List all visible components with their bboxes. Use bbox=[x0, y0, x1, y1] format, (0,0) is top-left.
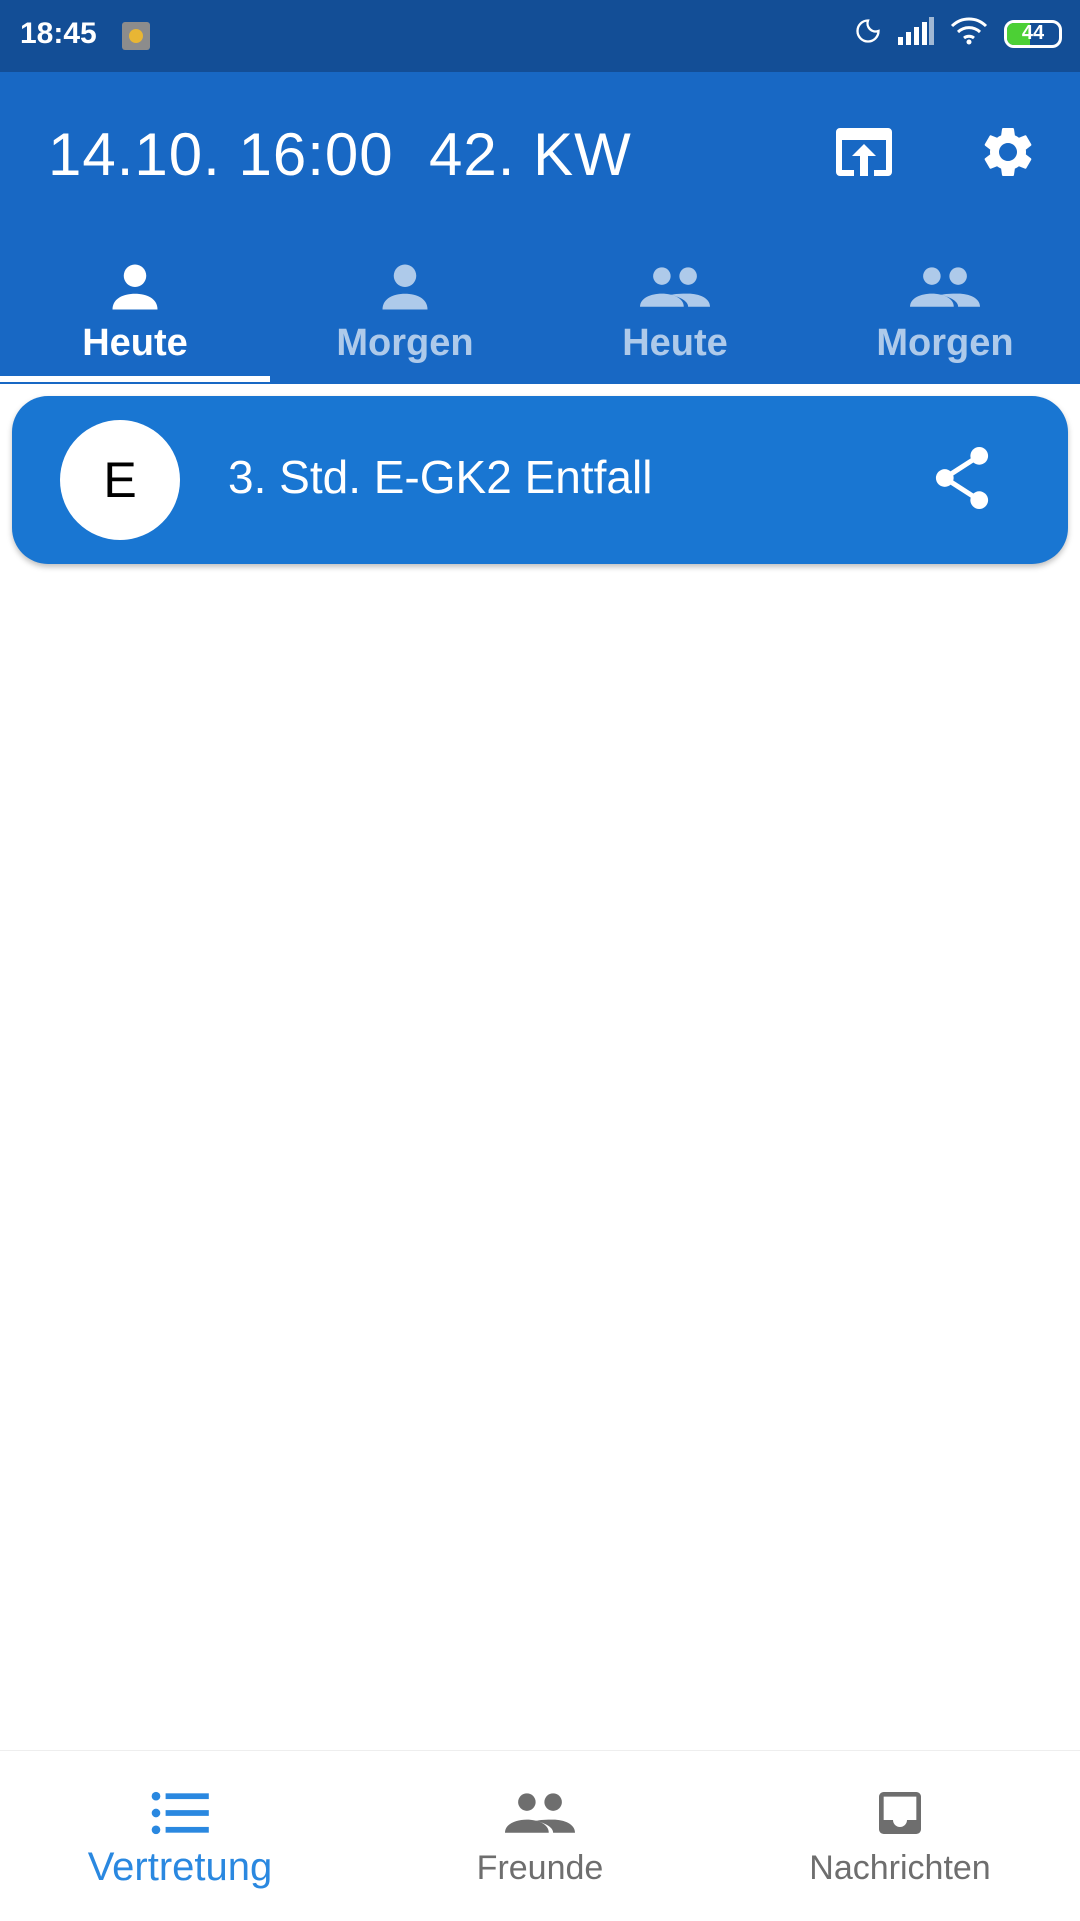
avatar: E bbox=[60, 420, 180, 540]
nav-vertretung[interactable]: Vertretung bbox=[0, 1751, 360, 1921]
status-time: 18:45 bbox=[20, 17, 97, 50]
nav-label: Freunde bbox=[476, 1849, 604, 1887]
tab-bar: Heute Morgen Heute Morgen bbox=[0, 240, 1080, 384]
status-icons: 44 bbox=[854, 16, 1062, 51]
list-item[interactable]: E 3. Std. E-GK2 Entfall bbox=[12, 396, 1068, 564]
people-icon bbox=[640, 260, 710, 314]
tab-morgen-personal[interactable]: Morgen bbox=[270, 240, 540, 384]
signal-icon bbox=[898, 17, 934, 50]
nav-nachrichten[interactable]: Nachrichten bbox=[720, 1751, 1080, 1921]
active-tab-indicator bbox=[0, 376, 270, 382]
app-notification-icon bbox=[122, 22, 150, 50]
list-icon bbox=[151, 1783, 209, 1843]
inbox-icon bbox=[872, 1783, 928, 1843]
nav-freunde[interactable]: Freunde bbox=[360, 1751, 720, 1921]
tab-label: Heute bbox=[82, 322, 188, 364]
page-title: 14.10. 16:00 42. KW bbox=[48, 120, 632, 189]
people-icon bbox=[505, 1783, 575, 1843]
tab-label: Morgen bbox=[336, 322, 474, 364]
gear-icon bbox=[978, 122, 1038, 187]
tab-heute-friends[interactable]: Heute bbox=[540, 240, 810, 384]
status-bar: 18:45 44 bbox=[0, 0, 1080, 72]
settings-button[interactable] bbox=[970, 116, 1046, 192]
wifi-icon bbox=[950, 17, 988, 50]
app-bar: 14.10. 16:00 42. KW Heute Morgen Heute M… bbox=[0, 72, 1080, 384]
battery-icon: 44 bbox=[1004, 19, 1062, 48]
tab-label: Heute bbox=[622, 322, 728, 364]
share-button[interactable] bbox=[920, 438, 1004, 522]
open-in-browser-icon bbox=[834, 124, 894, 185]
date-time-label: 14.10. 16:00 bbox=[48, 121, 394, 188]
share-icon bbox=[932, 446, 992, 515]
tab-heute-personal[interactable]: Heute bbox=[0, 240, 270, 384]
calendar-week-label: 42. KW bbox=[428, 121, 632, 188]
person-icon bbox=[108, 260, 162, 314]
open-in-browser-button[interactable] bbox=[826, 116, 902, 192]
tab-morgen-friends[interactable]: Morgen bbox=[810, 240, 1080, 384]
bottom-navigation: Vertretung Freunde Nachrichten bbox=[0, 1750, 1080, 1921]
nav-label: Nachrichten bbox=[809, 1849, 991, 1887]
list-item-text: 3. Std. E-GK2 Entfall bbox=[228, 451, 653, 503]
tab-label: Morgen bbox=[876, 322, 1014, 364]
person-icon bbox=[378, 260, 432, 314]
nav-label: Vertretung bbox=[87, 1845, 273, 1889]
people-icon bbox=[910, 260, 980, 314]
battery-level: 44 bbox=[1021, 22, 1045, 45]
moon-icon bbox=[854, 16, 882, 51]
